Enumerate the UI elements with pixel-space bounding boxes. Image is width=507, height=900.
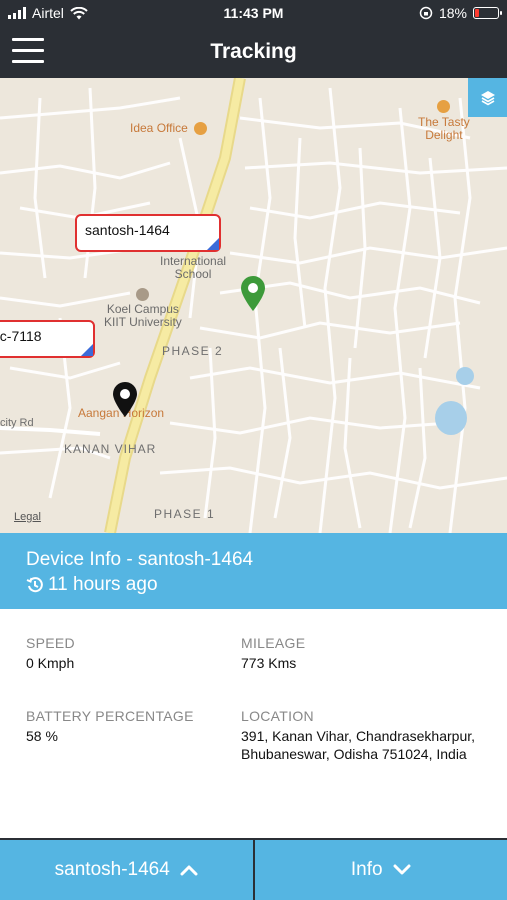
mileage-field: MILEAGE 773 Kms (241, 635, 305, 672)
mileage-label: MILEAGE (241, 635, 306, 651)
location-value: 391, Kanan Vihar, Chandrasekharpur, Bhub… (241, 727, 501, 763)
road-label-city-rd: city Rd (0, 417, 34, 429)
battery-field: BATTERY PERCENTAGE 58 % (26, 708, 194, 745)
poi-label: Delight (425, 128, 463, 142)
poi-label: School (174, 267, 212, 281)
speed-field: SPEED 0 Kmph (26, 635, 75, 672)
location-line-2: Bhubaneswar, Odisha 751024, India (241, 746, 467, 762)
area-label-phase1: PHASE 1 (154, 507, 216, 521)
university-icon (136, 288, 150, 301)
area-label-kanan-vihar: KANAN VIHAR (64, 442, 157, 456)
restaurant-icon (437, 100, 451, 113)
label-corner-marker (207, 238, 219, 250)
map-layers-button[interactable] (468, 78, 507, 117)
tab-device-selector[interactable]: santosh-1464 (0, 840, 253, 900)
bottom-tab-bar: santosh-1464 Info (0, 838, 507, 900)
status-bar: Airtel 11:43 PM 18% (0, 0, 507, 28)
layers-icon (480, 90, 495, 105)
device-info-title: Device Info - santosh-1464 (26, 549, 254, 570)
speed-label: SPEED (26, 635, 75, 651)
last-seen-text: 11 hours ago (48, 574, 158, 595)
poi-label: Idea Office (130, 121, 188, 135)
device-info-header: Device Info - santosh-1464 11 hours ago (0, 533, 507, 609)
device-details: SPEED 0 Kmph MILEAGE 773 Kms BATTERY PER… (0, 609, 507, 838)
vehicle-pin-black-icon[interactable] (111, 380, 139, 418)
poi-label: KIIT University (104, 315, 182, 329)
mileage-value: 773 Kms (241, 655, 297, 671)
battery-value: 58 % (26, 728, 58, 744)
tab-device-label: santosh-1464 (54, 859, 170, 880)
history-icon (26, 577, 43, 593)
top-bar: Airtel 11:43 PM 18% Tracking (0, 0, 507, 78)
last-seen: 11 hours ago (26, 574, 158, 596)
vehicle-label-text: santosh-1464 (85, 222, 170, 238)
tab-info[interactable]: Info (254, 840, 507, 900)
vehicle-pin-green-icon[interactable] (239, 274, 267, 312)
tab-info-label: Info (350, 859, 383, 880)
map-view[interactable]: Idea Office The Tasty Delight r Internat… (0, 78, 507, 533)
area-label-phase2: PHASE 2 (162, 344, 224, 358)
chevron-up-icon (180, 865, 198, 876)
battery-label: BATTERY PERCENTAGE (26, 708, 194, 724)
page-title: Tracking (210, 40, 297, 63)
poi-tasty-delight[interactable]: The Tasty Delight (418, 100, 470, 142)
poi-koel-campus[interactable]: Koel Campus KIIT University (104, 288, 182, 329)
battery-icon (473, 7, 502, 19)
battery-percent: 18% (438, 5, 467, 21)
speed-value: 0 Kmph (26, 655, 75, 671)
vehicle-label-santosh[interactable]: santosh-1464 (75, 214, 221, 252)
chevron-down-icon (393, 864, 411, 875)
location-field: LOCATION 391, Kanan Vihar, Chandrasekhar… (241, 708, 501, 763)
poi-marker-icon (194, 122, 208, 136)
poi-idea-office[interactable]: Idea Office (130, 121, 208, 136)
vehicle-label-text: pc-7118 (0, 328, 42, 344)
map-legal-link[interactable]: Legal (14, 511, 41, 523)
location-label: LOCATION (241, 708, 314, 724)
location-line-1: 391, Kanan Vihar, Chandrasekharpur, (241, 728, 476, 744)
label-corner-marker (81, 344, 93, 356)
rotation-lock-icon (419, 6, 433, 20)
vehicle-label-pc[interactable]: pc-7118 (0, 320, 95, 358)
